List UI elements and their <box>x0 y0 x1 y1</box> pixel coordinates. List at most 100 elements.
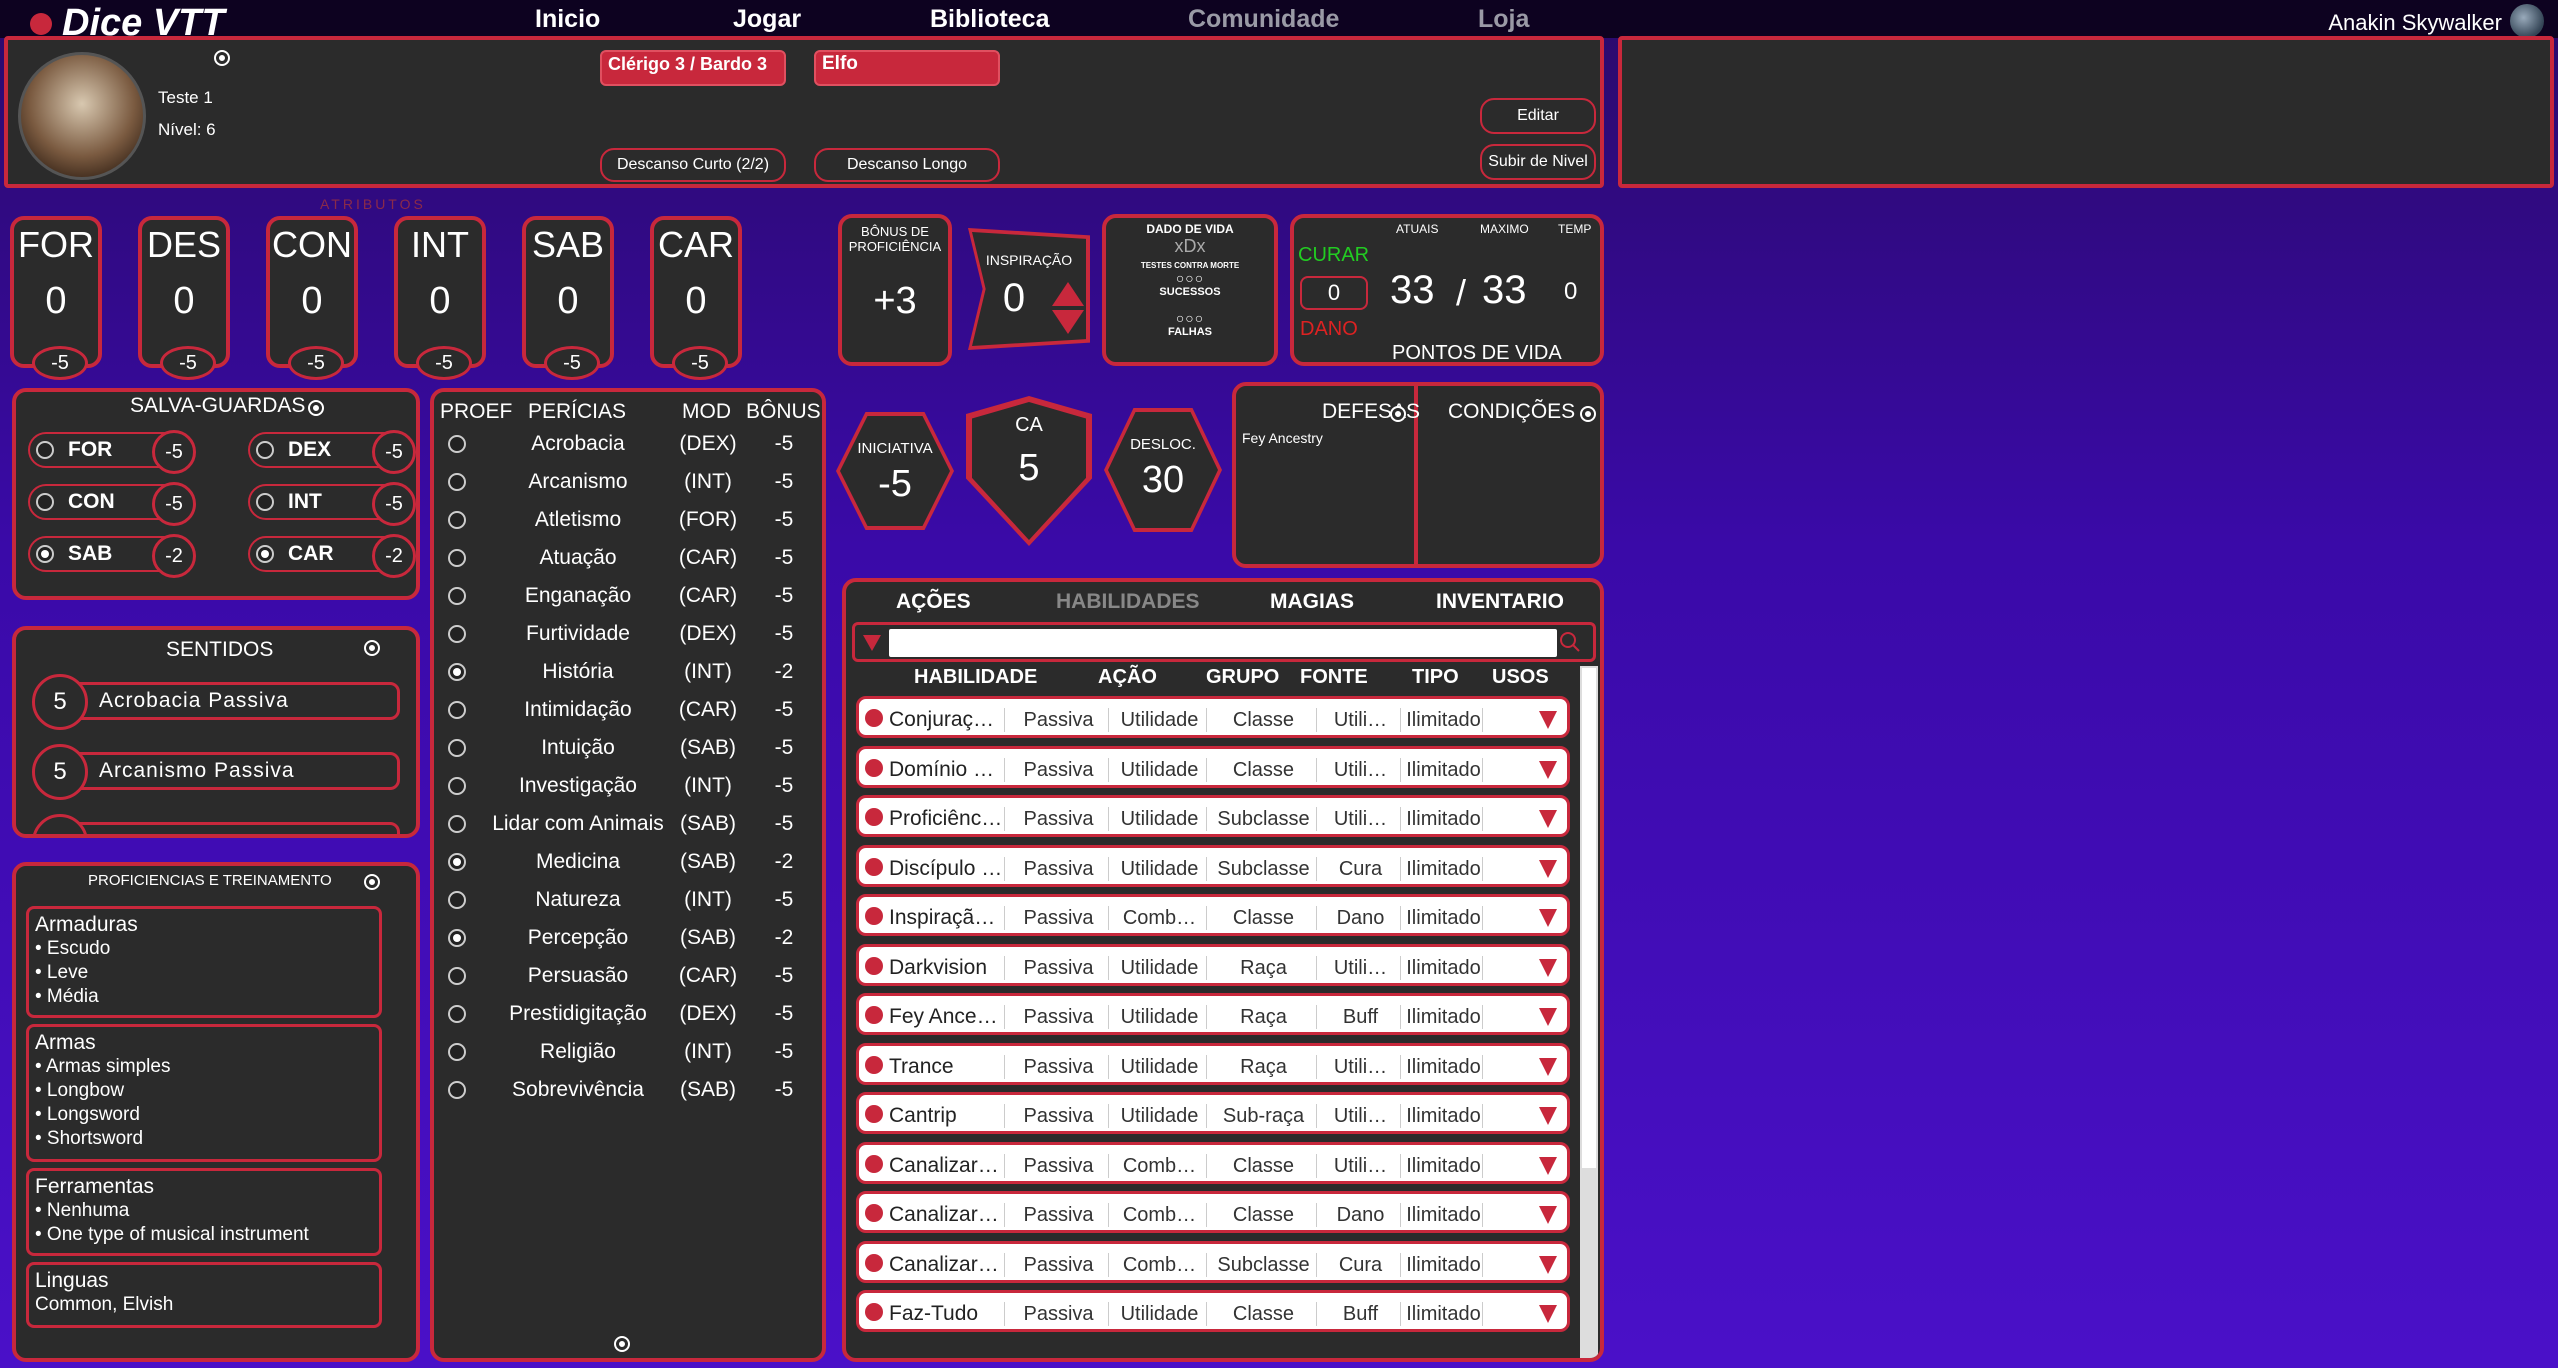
save-car[interactable]: CAR -2 <box>248 534 416 578</box>
expand-arrow-icon[interactable] <box>1539 958 1557 977</box>
ability-row[interactable]: Fey Ancestry Passiva Utilidade Raça Buff Ilim… <box>856 993 1570 1035</box>
tab-habilidades[interactable]: HABILIDADES <box>1056 590 1200 614</box>
proficiency-radio[interactable] <box>448 1081 466 1099</box>
search-icon[interactable] <box>1559 631 1581 653</box>
skill-row[interactable]: Investigação (INT) -5 <box>438 768 814 804</box>
skill-row[interactable]: Intuição (SAB) -5 <box>438 730 814 766</box>
proficiency-radio[interactable] <box>448 967 466 985</box>
skill-row[interactable]: História (INT) -2 <box>438 654 814 690</box>
ability-row[interactable]: Proficiênci… Passiva Utilidade Subclasse Uti… <box>856 795 1570 837</box>
skill-row[interactable]: Atletismo (FOR) -5 <box>438 502 814 538</box>
skill-row[interactable]: Sobrevivência (SAB) -5 <box>438 1072 814 1108</box>
col-tipo[interactable]: TIPO <box>1412 666 1459 689</box>
attribute-car[interactable]: CAR 0 -5 <box>650 216 742 380</box>
nav-loja[interactable]: Loja <box>1478 5 1529 34</box>
expand-arrow-icon[interactable] <box>1539 1206 1557 1224</box>
save-con[interactable]: CON -5 <box>28 482 196 526</box>
expand-arrow-icon[interactable] <box>1539 760 1557 779</box>
hp-temp[interactable]: 0 <box>1564 278 1577 306</box>
skill-row[interactable]: Persuasão (CAR) -5 <box>438 958 814 994</box>
hp-amount-input[interactable]: 0 <box>1300 276 1368 310</box>
level-up-button[interactable]: Subir de Nivel <box>1480 144 1596 180</box>
expand-arrow-icon[interactable] <box>1539 859 1557 878</box>
attribute-des[interactable]: DES 0 -5 <box>138 216 230 380</box>
proficiency-radio[interactable] <box>448 929 466 947</box>
save-dex[interactable]: DEX -5 <box>248 430 416 474</box>
expand-arrow-icon[interactable] <box>1539 1107 1557 1125</box>
proficiency-radio[interactable] <box>448 815 466 833</box>
scrollbar-thumb[interactable] <box>1582 668 1596 1168</box>
col-habilidade[interactable]: HABILIDADE <box>914 666 1037 689</box>
tab-acoes[interactable]: AÇÕES <box>896 590 971 614</box>
proficiency-radio[interactable] <box>448 1005 466 1023</box>
damage-button[interactable]: DANO <box>1300 318 1358 341</box>
sense-item[interactable]: Acrobacia Passiva 5 <box>32 674 402 730</box>
nav-comunidade[interactable]: Comunidade <box>1188 5 1339 34</box>
heal-button[interactable]: CURAR <box>1298 244 1369 267</box>
proficiency-radio[interactable] <box>448 701 466 719</box>
skill-row[interactable]: Prestidigitação (DEX) -5 <box>438 996 814 1032</box>
edit-button[interactable]: Editar <box>1480 98 1596 134</box>
expand-arrow-icon[interactable] <box>1539 1255 1557 1274</box>
expand-arrow-icon[interactable] <box>1539 1156 1557 1175</box>
col-acao[interactable]: AÇÃO <box>1098 666 1157 689</box>
expand-arrow-icon[interactable] <box>1539 909 1557 927</box>
expand-arrow-icon[interactable] <box>1539 1057 1557 1076</box>
proficiency-radio[interactable] <box>448 473 466 491</box>
scrollbar-track[interactable] <box>1580 666 1598 1358</box>
attribute-int[interactable]: INT 0 -5 <box>394 216 486 380</box>
short-rest-button[interactable]: Descanso Curto (2/2) <box>600 148 786 182</box>
ability-row[interactable]: Faz-Tudo Passiva Utilidade Classe Buff Ilimit… <box>856 1290 1570 1332</box>
gear-icon[interactable] <box>616 1338 628 1350</box>
gear-icon[interactable] <box>216 52 228 64</box>
proficiency-radio[interactable] <box>36 545 54 563</box>
proficiency-radio[interactable] <box>36 493 54 511</box>
ability-row[interactable]: Canalizar D…PassivaComb…SubclasseCuraIli… <box>856 1240 1570 1283</box>
decrease-icon[interactable] <box>1052 310 1084 334</box>
proficiency-radio[interactable] <box>448 549 466 567</box>
ability-row[interactable]: Inspiração … Passiva Comb… Classe Dano Ilimit… <box>856 894 1570 936</box>
col-usos[interactable]: USOS <box>1492 666 1549 689</box>
character-race[interactable]: Elfo <box>814 50 1000 86</box>
skill-row[interactable]: Atuação (CAR) -5 <box>438 540 814 576</box>
skill-row[interactable]: Enganação (CAR) -5 <box>438 578 814 614</box>
increase-icon[interactable] <box>1052 282 1084 306</box>
character-class[interactable]: Clérigo 3 / Bardo 3 <box>600 50 786 86</box>
save-sab[interactable]: SAB -2 <box>28 534 196 578</box>
nav-inicio[interactable]: Inicio <box>535 5 600 34</box>
attribute-sab[interactable]: SAB 0 -5 <box>522 216 614 380</box>
skill-row[interactable]: Arcanismo (INT) -5 <box>438 464 814 500</box>
proficiency-radio[interactable] <box>448 853 466 871</box>
skill-row[interactable]: Lidar com Animais (SAB) -5 <box>438 806 814 842</box>
expand-arrow-icon[interactable] <box>1539 1305 1557 1323</box>
proficiency-radio[interactable] <box>256 493 274 511</box>
col-grupo[interactable]: GRUPO <box>1206 666 1279 689</box>
gear-icon[interactable] <box>1392 408 1404 420</box>
expand-arrow-icon[interactable] <box>1539 711 1557 729</box>
proficiency-radio[interactable] <box>448 625 466 643</box>
ability-row[interactable]: Domínio Di… Passiva Utilidade Classe Utili… I… <box>856 745 1570 788</box>
attribute-con[interactable]: CON 0 -5 <box>266 216 358 380</box>
ability-row[interactable]: Trance Passiva Utilidade Raça Utili… Ilimitad… <box>856 1042 1570 1085</box>
skill-row[interactable]: Acrobacia (DEX) -5 <box>438 426 814 462</box>
proficiency-radio[interactable] <box>448 739 466 757</box>
inspiration-box[interactable]: INSPIRAÇÃO 0 <box>968 228 1090 350</box>
proficiency-radio[interactable] <box>448 1043 466 1061</box>
user-name[interactable]: Anakin Skywalker <box>2328 10 2502 36</box>
character-portrait[interactable] <box>18 52 146 180</box>
ability-row[interactable]: Darkvision Passiva Utilidade Raça Utili… Ilim… <box>856 943 1570 986</box>
search-input[interactable] <box>889 629 1557 657</box>
gear-icon[interactable] <box>366 876 378 888</box>
proficiency-radio[interactable] <box>448 663 466 681</box>
tab-magias[interactable]: MAGIAS <box>1270 590 1354 614</box>
skill-row[interactable]: Natureza (INT) -5 <box>438 882 814 918</box>
ability-row[interactable]: Discípulo d… Passiva Utilidade Subclasse Cur… <box>856 844 1570 887</box>
nav-jogar[interactable]: Jogar <box>733 5 801 34</box>
hp-current[interactable]: 33 <box>1390 268 1435 313</box>
ability-row[interactable]: Conjuração… Passiva Utilidade Classe Utili… I… <box>856 696 1570 738</box>
success-circles[interactable]: ○○○ <box>1106 270 1274 286</box>
skill-row[interactable]: Religião (INT) -5 <box>438 1034 814 1070</box>
filter-dropdown-icon[interactable] <box>863 635 881 651</box>
sense-item[interactable] <box>32 814 402 834</box>
nav-biblioteca[interactable]: Biblioteca <box>930 5 1049 34</box>
